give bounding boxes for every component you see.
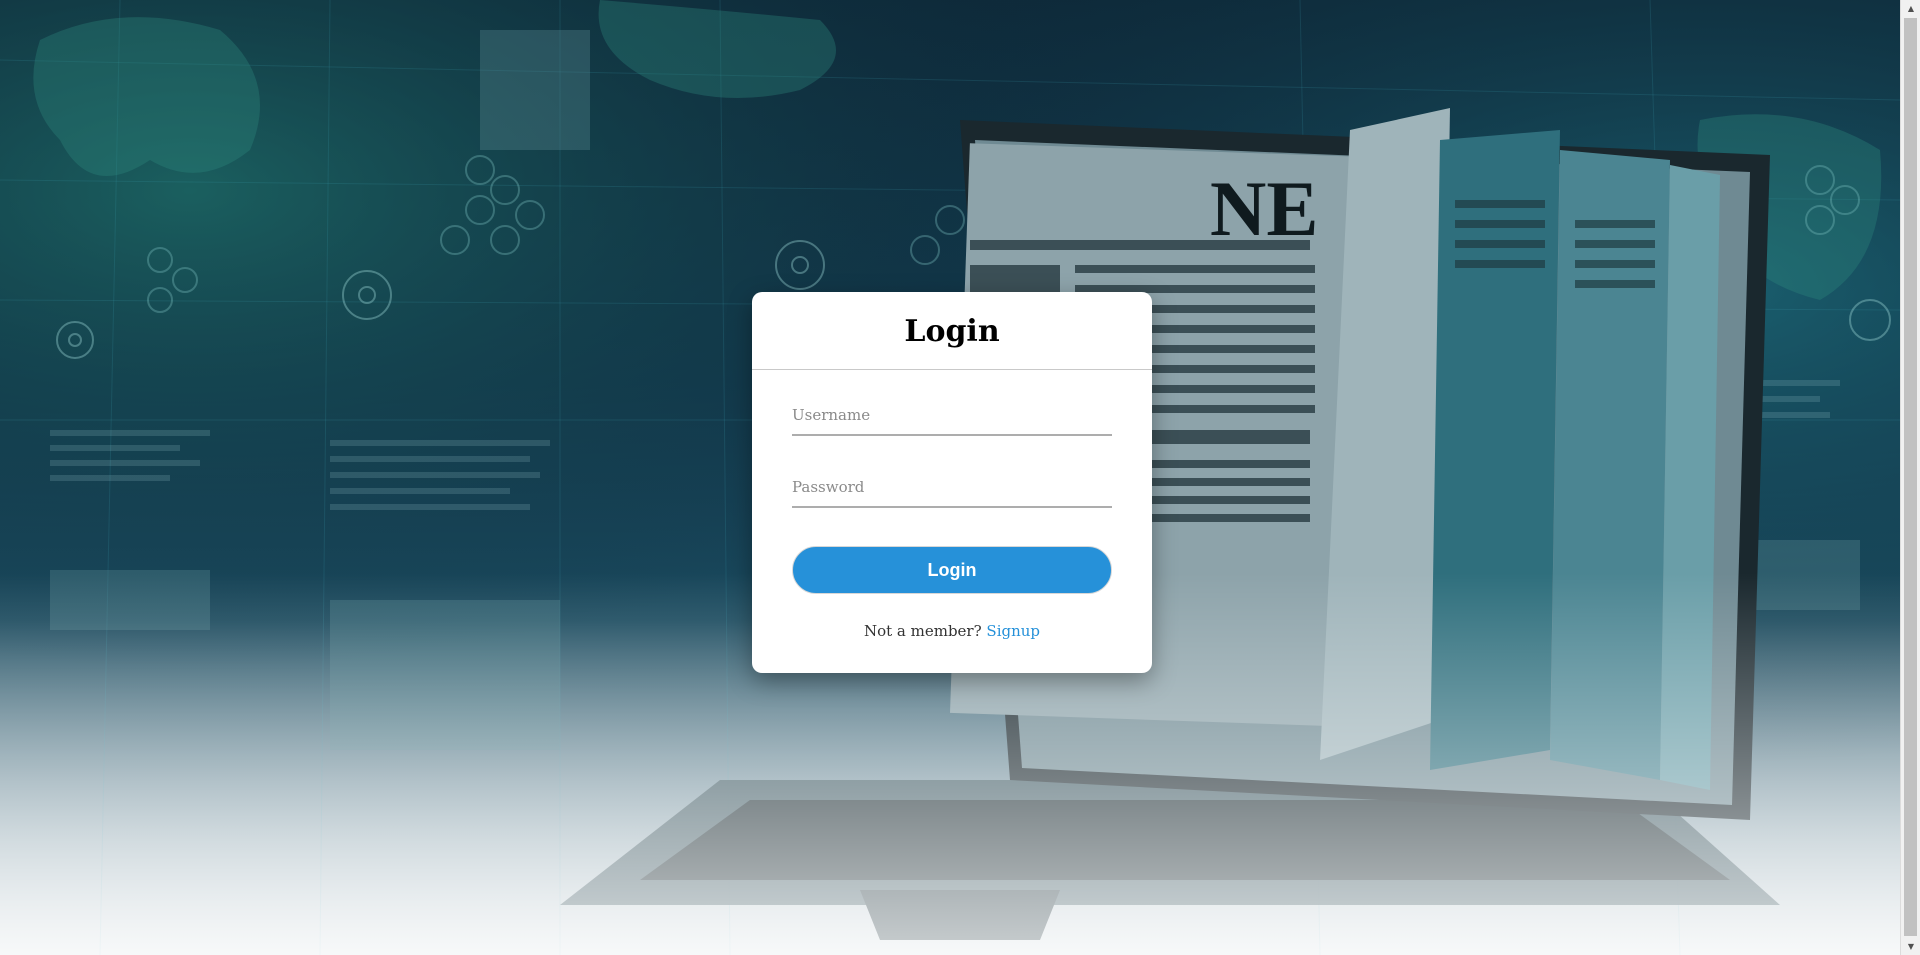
scrollbar-thumb[interactable] — [1904, 18, 1917, 936]
login-button[interactable]: Login — [792, 546, 1112, 594]
vertical-scrollbar[interactable]: ▲ ▼ — [1900, 0, 1920, 955]
password-field-wrapper — [792, 468, 1112, 508]
username-field-wrapper — [792, 396, 1112, 436]
login-title: Login — [752, 292, 1152, 370]
password-input[interactable] — [792, 468, 1112, 508]
scroll-up-arrow-icon[interactable]: ▲ — [1901, 0, 1920, 17]
scroll-down-arrow-icon[interactable]: ▼ — [1901, 938, 1920, 955]
username-input[interactable] — [792, 396, 1112, 436]
signup-link[interactable]: Signup — [986, 622, 1040, 640]
signup-row: Not a member? Signup — [752, 622, 1152, 640]
login-page: NE Login Login Not a member? Signup ▲ — [0, 0, 1920, 955]
signup-prompt: Not a member? — [863, 622, 982, 640]
login-card: Login Login Not a member? Signup — [752, 292, 1152, 673]
